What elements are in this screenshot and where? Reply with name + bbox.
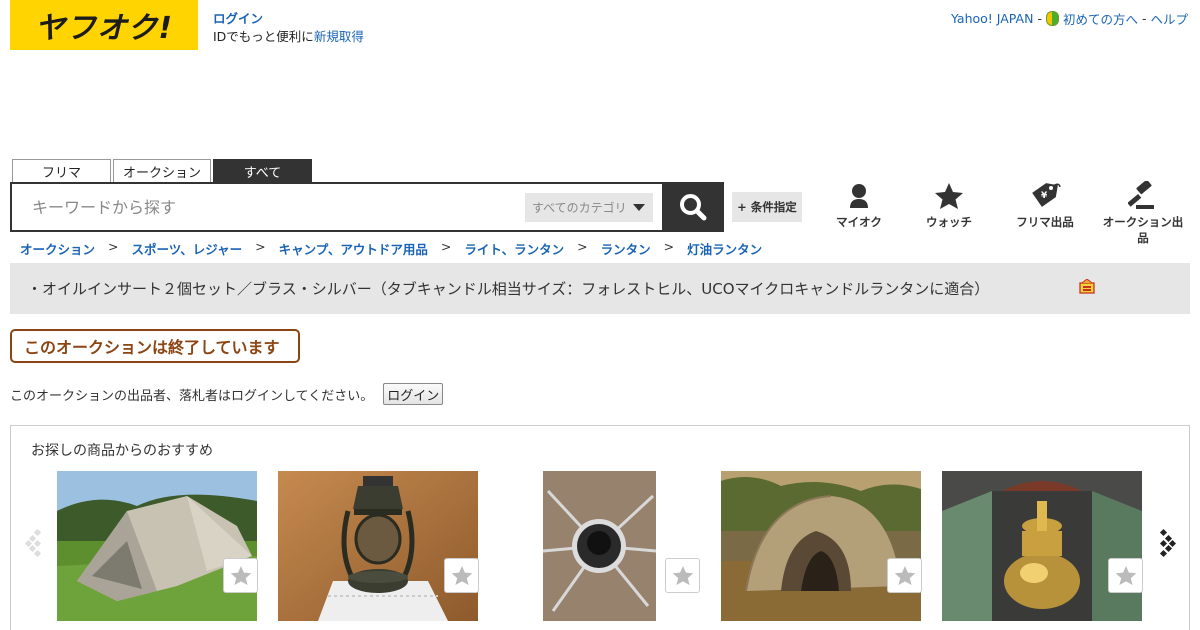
nav-watch[interactable]: ウォッチ xyxy=(904,180,994,230)
signup-link[interactable]: 新規取得 xyxy=(314,29,364,44)
nav-myauc-label: マイオク xyxy=(836,215,882,229)
separator: - xyxy=(1141,11,1147,26)
brass-stove-photo xyxy=(942,471,1142,621)
login-button[interactable]: ログイン xyxy=(383,383,444,405)
beginner-mark-icon xyxy=(1045,11,1059,26)
star-icon xyxy=(1115,565,1136,586)
login-sub-text: IDでもっと便利に xyxy=(213,29,314,44)
breadcrumb-separator: > xyxy=(663,239,675,254)
beginner-link[interactable]: 初めての方へ xyxy=(1063,9,1138,28)
star-icon xyxy=(894,565,915,586)
recommendations-title: お探しの商品からのおすすめ xyxy=(31,443,213,459)
separator: - xyxy=(1037,11,1042,26)
search-button[interactable] xyxy=(662,182,724,232)
star-icon xyxy=(672,565,693,586)
watch-star-button[interactable] xyxy=(1108,558,1143,593)
star-icon xyxy=(230,565,251,586)
breadcrumb-item[interactable]: キャンプ、アウトドア用品 xyxy=(279,239,428,258)
login-link[interactable]: ログイン xyxy=(213,10,364,28)
breadcrumb-separator: > xyxy=(440,239,452,254)
tab-flea[interactable]: フリマ xyxy=(12,159,111,182)
top-links: Yahoo! JAPAN - 初めての方へ - ヘルプ xyxy=(951,9,1188,28)
breadcrumb-item[interactable]: ランタン xyxy=(601,239,651,258)
recommend-item[interactable] xyxy=(942,471,1143,621)
recommend-item[interactable] xyxy=(543,471,700,621)
help-link[interactable]: ヘルプ xyxy=(1150,9,1188,28)
breadcrumb-item[interactable]: オークション xyxy=(20,239,95,258)
breadcrumb: オークション > スポーツ、レジャー > キャンプ、アウトドア用品 > ライト、… xyxy=(20,239,762,258)
logo-text: ヤフオク! xyxy=(34,11,174,46)
recommendations-panel: お探しの商品からのおすすめ xyxy=(10,425,1190,630)
user-icon xyxy=(850,184,868,208)
nav-myauc[interactable]: マイオク xyxy=(814,180,904,230)
auction-ended-badge: このオークションは終了しています xyxy=(10,329,300,363)
nav-auction-sell-label: オークション出品 xyxy=(1102,215,1184,245)
nav-flea-sell[interactable]: ¥ フリマ出品 xyxy=(1000,180,1090,230)
conditions-button[interactable]: + 条件指定 xyxy=(732,192,802,222)
price-tag-icon: ¥ xyxy=(1032,183,1061,207)
login-prompt-text: このオークションの出品者、落札者はログインしてください。 xyxy=(10,388,374,404)
watch-star-button[interactable] xyxy=(223,558,258,593)
tab-auction[interactable]: オークション xyxy=(113,159,211,182)
login-area: ログイン IDでもっと便利に新規取得 xyxy=(213,10,364,46)
search-input[interactable] xyxy=(12,184,512,230)
watch-star-button[interactable] xyxy=(665,558,700,593)
item-title-bar: ・オイルインサート２個セット／ブラス・シルバー（タブキャンドル相当サイズ：フォレ… xyxy=(10,263,1190,314)
stove-burner-photo xyxy=(543,471,656,621)
carousel-prev-icon[interactable] xyxy=(24,528,47,562)
recommend-item[interactable] xyxy=(721,471,922,621)
item-title: ・オイルインサート２個セット／ブラス・シルバー（タブキャンドル相当サイズ：フォレ… xyxy=(27,280,990,298)
tent-grey-photo xyxy=(57,471,257,621)
watch-star-button[interactable] xyxy=(887,558,922,593)
category-select-label: すべてのカテゴリ xyxy=(532,201,627,215)
nav-auction-sell[interactable]: オークション出品 xyxy=(1098,180,1188,246)
category-select[interactable]: すべてのカテゴリ xyxy=(525,193,653,222)
nav-flea-sell-label: フリマ出品 xyxy=(1016,215,1074,229)
breadcrumb-item[interactable]: スポーツ、レジャー xyxy=(132,239,243,258)
breadcrumb-separator: > xyxy=(108,239,119,254)
svg-text:¥: ¥ xyxy=(1041,191,1048,201)
tab-all[interactable]: すべて xyxy=(213,159,312,182)
breadcrumb-item[interactable]: ライト、ランタン xyxy=(464,239,564,258)
oil-lantern-photo xyxy=(278,471,478,621)
star-icon xyxy=(935,183,963,209)
yahuoku-logo[interactable]: ヤフオク! xyxy=(10,0,198,50)
watch-star-button[interactable] xyxy=(444,558,479,593)
breadcrumb-separator: > xyxy=(255,239,266,254)
breadcrumb-item[interactable]: 灯油ランタン xyxy=(687,239,762,258)
chevron-down-icon xyxy=(633,204,645,211)
search-icon xyxy=(680,194,707,221)
recommend-item[interactable] xyxy=(57,471,258,621)
carousel-next-icon[interactable] xyxy=(1154,528,1177,562)
gavel-icon xyxy=(1128,181,1154,209)
recommend-item[interactable] xyxy=(278,471,479,621)
breadcrumb-separator: > xyxy=(577,239,588,254)
tent-brown-photo xyxy=(721,471,921,621)
star-icon xyxy=(451,565,472,586)
login-prompt: このオークションの出品者、落札者はログインしてください。 ログイン xyxy=(10,383,444,405)
new-item-icon xyxy=(1079,278,1097,299)
search-tabs: フリマ オークション すべて xyxy=(12,159,312,182)
nav-watch-label: ウォッチ xyxy=(926,215,972,229)
search-box: すべてのカテゴリ xyxy=(10,182,662,232)
yahoo-japan-link[interactable]: Yahoo! JAPAN xyxy=(951,11,1033,26)
